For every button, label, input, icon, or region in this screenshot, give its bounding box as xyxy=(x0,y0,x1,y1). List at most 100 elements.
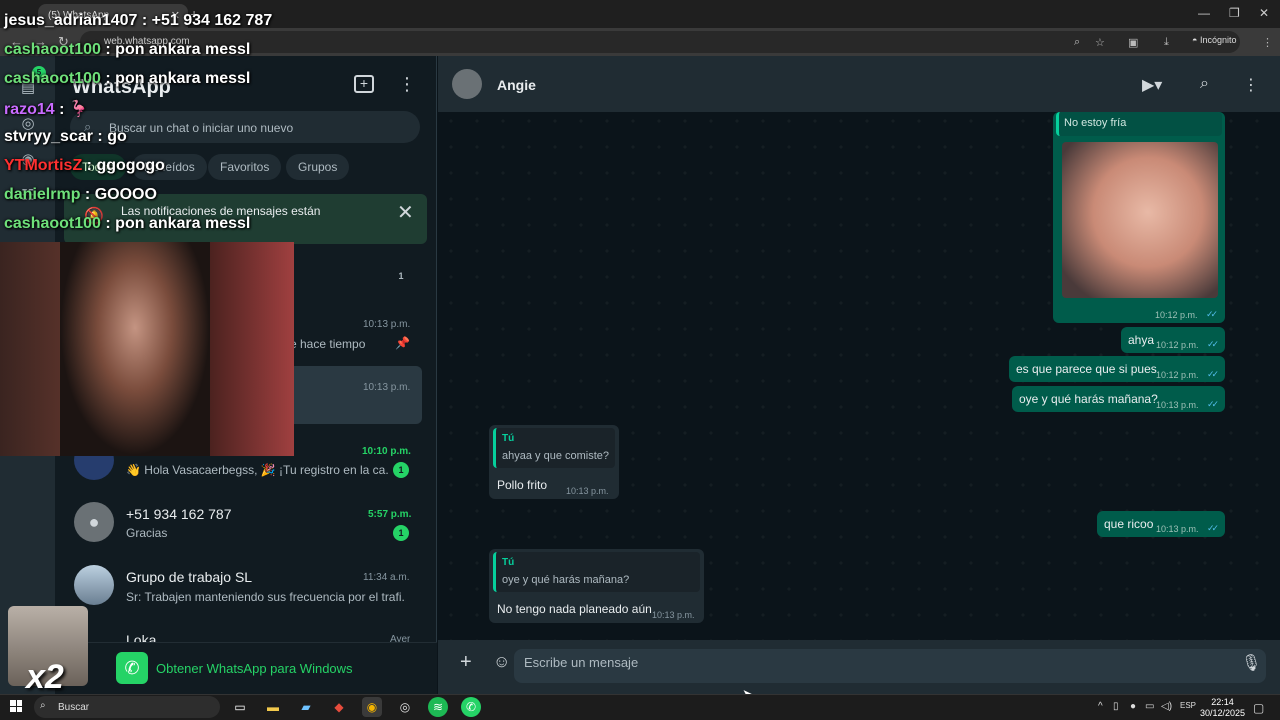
stream-chat-username: danielrmp xyxy=(4,186,81,203)
tray-device-icon[interactable]: ▯ xyxy=(1113,701,1119,712)
quote-author: Tú xyxy=(502,557,515,568)
extensions-icon[interactable]: ▣ xyxy=(1128,36,1138,49)
message-image[interactable] xyxy=(1062,142,1218,298)
tray-mic-icon[interactable]: ● xyxy=(1130,701,1136,712)
url-field[interactable]: web.whatsapp.com xyxy=(80,31,1240,53)
stream-chat-line: stvryy_scar : go xyxy=(4,128,127,146)
new-chat-icon[interactable]: + xyxy=(354,75,374,93)
message-text: ahya xyxy=(1128,333,1155,347)
notifications-icon[interactable]: ▢ xyxy=(1253,701,1264,715)
task-view-icon[interactable]: ▭ xyxy=(230,697,250,717)
obs-icon[interactable]: ◎ xyxy=(395,697,415,717)
message-time: 10:13 p.m. xyxy=(1156,400,1199,410)
read-receipt-icon: ✓✓ xyxy=(1206,309,1218,319)
stream-chat-line: razo14 : 🦩 xyxy=(4,99,89,119)
chat-row-preview: 👋 Hola Vasacaerbegss, 🎉 ¡Tu registro en … xyxy=(126,463,388,477)
contact-name[interactable]: Angie xyxy=(497,77,536,93)
stream-chat-username: cashaoot100 xyxy=(4,215,101,232)
notification-close-icon[interactable]: ✕ xyxy=(397,200,414,225)
microphone-icon[interactable]: 🎙 xyxy=(1241,653,1261,673)
taskbar-search[interactable]: Buscar xyxy=(34,696,220,718)
panel-menu-icon[interactable]: ⋮ xyxy=(398,74,416,95)
taskbar-clock[interactable]: 22:14 30/12/2025 xyxy=(1200,697,1245,719)
notepad-icon[interactable]: ▰ xyxy=(296,697,316,717)
message-time: 10:12 p.m. xyxy=(1155,310,1198,320)
contact-avatar[interactable] xyxy=(452,69,482,99)
incognito-icon: ◓ xyxy=(1192,35,1200,45)
message-time: 10:12 p.m. xyxy=(1156,370,1199,380)
get-app-link[interactable]: Obtener WhatsApp para Windows xyxy=(156,661,353,676)
stream-chat-line: jesus_adrian1407 : +51 934 162 787 xyxy=(4,12,272,30)
multiplier-label: x2 xyxy=(26,658,64,696)
stream-chat-username: cashaoot100 xyxy=(4,70,101,87)
message-time: 10:13 p.m. xyxy=(652,610,695,620)
message-text: es que parece que si pues xyxy=(1016,362,1157,376)
whatsapp-taskbar-icon[interactable]: ✆ xyxy=(461,697,481,717)
bookmark-star-icon[interactable]: ☆ xyxy=(1095,36,1105,49)
tray-chevron-icon[interactable]: ^ xyxy=(1098,701,1103,712)
streamer-figure xyxy=(60,242,210,456)
chat-row-preview: Sr: Trabajen manteniendo sus frecuencia … xyxy=(126,590,406,604)
windows-start-icon[interactable] xyxy=(10,700,22,712)
message-text: Pollo frito xyxy=(497,478,548,492)
chat-row-badge: 1 xyxy=(398,271,404,281)
chat-row-name[interactable]: Grupo de trabajo SL xyxy=(126,569,252,585)
message-text: No tengo nada planeado aún xyxy=(497,602,652,616)
start-pane xyxy=(10,706,16,712)
chat-avatar xyxy=(74,565,114,605)
clock-time: 22:14 xyxy=(1211,697,1234,707)
chrome-icon[interactable]: ◉ xyxy=(362,697,382,717)
filter-chip-favorites[interactable]: Favoritos xyxy=(208,154,282,180)
filter-chip-groups[interactable]: Grupos xyxy=(286,154,350,180)
incognito-label: Incógnito xyxy=(1199,35,1237,45)
pin-icon: 📌 xyxy=(395,336,410,350)
volume-icon[interactable]: ◁) xyxy=(1161,701,1172,712)
chat-row-name[interactable]: Loka xyxy=(126,632,156,642)
chat-row-time: 10:13 p.m. xyxy=(363,319,411,330)
chat-row-preview: Gracias xyxy=(126,526,168,540)
stream-chat-line: cashaoot100 : pon ankara messl xyxy=(4,215,250,233)
chat-row-time: 11:34 a.m. xyxy=(363,572,410,583)
streaming-app-icon[interactable]: ◆ xyxy=(329,697,349,717)
emoji-icon[interactable]: ☺ xyxy=(493,652,510,672)
stream-chat-message: : pon ankara messl xyxy=(105,41,251,58)
start-pane xyxy=(10,700,16,706)
restore-icon[interactable]: ❐ xyxy=(1229,6,1240,20)
quote-text: oye y qué harás mañana? xyxy=(502,574,630,586)
chat-row-name[interactable]: +51 934 162 787 xyxy=(126,506,232,522)
message-time: 10:13 p.m. xyxy=(566,486,609,496)
webcam-overlay xyxy=(0,242,294,456)
incognito-indicator[interactable]: ◓ Incógnito xyxy=(1192,35,1236,45)
stream-chat-username: cashaoot100 xyxy=(4,41,101,58)
browser-menu-icon[interactable]: ⋮ xyxy=(1262,36,1273,49)
language-indicator[interactable]: ESP xyxy=(1180,701,1196,710)
quote-text: ahyaa y que comiste? xyxy=(502,450,610,462)
minimize-icon[interactable]: — xyxy=(1198,6,1210,20)
stream-chat-message: : go xyxy=(97,128,127,145)
chat-menu-icon[interactable]: ⋮ xyxy=(1243,75,1259,95)
network-icon[interactable]: ▭ xyxy=(1145,701,1154,712)
stream-chat-message: : pon ankara messl xyxy=(105,70,251,87)
start-pane xyxy=(16,700,22,706)
file-explorer-icon[interactable]: ▬ xyxy=(263,697,283,717)
zoom-icon[interactable]: ⌕ xyxy=(1074,36,1080,49)
spotify-icon[interactable]: ≋ xyxy=(428,697,448,717)
message-input-placeholder: Escribe un mensaje xyxy=(524,655,639,670)
quote-author: Tú xyxy=(502,433,515,444)
chat-row-time: 10:10 p.m. xyxy=(362,446,411,457)
message-text: que ricoo xyxy=(1104,517,1154,531)
unread-badge: 1 xyxy=(393,462,409,478)
attach-plus-icon[interactable]: + xyxy=(460,651,472,674)
stream-chat-line: cashaoot100 : pon ankara messl xyxy=(4,70,250,88)
download-icon[interactable]: ⤓ xyxy=(1164,36,1169,49)
chat-row-preview: e hace tiempo xyxy=(290,337,366,351)
read-receipt-icon: ✓✓ xyxy=(1207,523,1219,533)
stream-chat-username: jesus_adrian1407 xyxy=(4,12,138,29)
stream-chat-message: : GOOOO xyxy=(84,186,157,203)
window-close-icon[interactable]: ✕ xyxy=(1259,6,1269,20)
search-icon[interactable]: ⌕ xyxy=(1200,75,1209,93)
taskbar-search-icon: ⌕ xyxy=(40,700,46,711)
video-call-icon[interactable]: ▶▾ xyxy=(1142,75,1162,95)
message-quote xyxy=(493,552,700,592)
message-text: oye y qué harás mañana? xyxy=(1019,392,1158,406)
